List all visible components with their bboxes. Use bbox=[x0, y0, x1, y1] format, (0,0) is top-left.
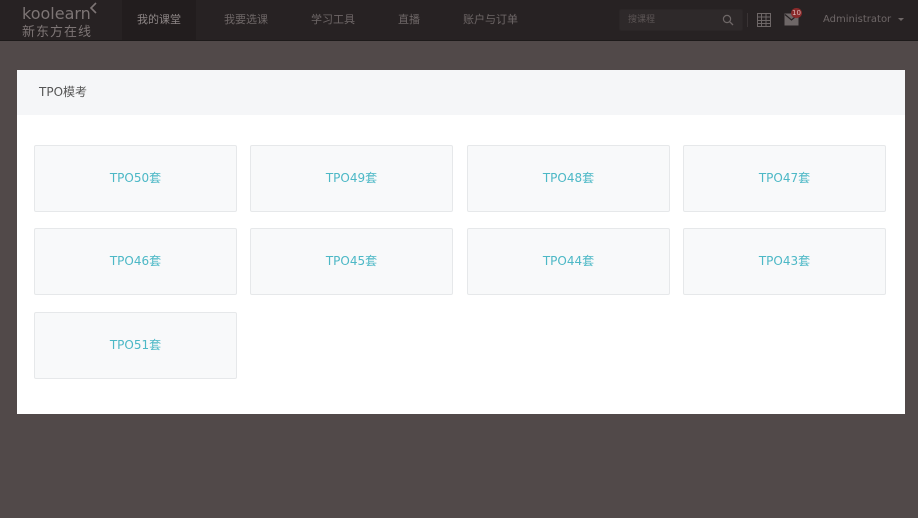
search-icon[interactable] bbox=[722, 14, 734, 26]
notification-badge: 10 bbox=[791, 8, 802, 18]
tpo-card[interactable]: TPO46套 bbox=[34, 228, 237, 295]
tpo-card[interactable]: TPO45套 bbox=[250, 228, 453, 295]
tpo-card[interactable]: TPO48套 bbox=[467, 145, 670, 212]
search-input[interactable] bbox=[628, 13, 716, 27]
tpo-card[interactable]: TPO50套 bbox=[34, 145, 237, 212]
calendar-icon[interactable] bbox=[757, 13, 771, 27]
tpo-card[interactable]: TPO47套 bbox=[683, 145, 886, 212]
tpo-card[interactable]: TPO44套 bbox=[467, 228, 670, 295]
user-name: Administrator bbox=[823, 14, 892, 25]
nav-item-select-courses[interactable]: 我要选课 bbox=[209, 0, 283, 40]
tpo-card[interactable]: TPO51套 bbox=[34, 312, 237, 379]
user-menu[interactable]: Administrator bbox=[823, 0, 905, 40]
tpo-card[interactable]: TPO49套 bbox=[250, 145, 453, 212]
top-navbar: koolearn 新东方在线 我的课堂 我要选课 学习工具 直播 账户与订单 1… bbox=[0, 0, 918, 41]
nav-item-live[interactable]: 直播 bbox=[383, 0, 435, 40]
koolearn-logo[interactable]: koolearn 新东方在线 bbox=[22, 2, 102, 40]
nav-item-study-tools[interactable]: 学习工具 bbox=[296, 0, 370, 40]
panel-title: TPO模考 bbox=[39, 85, 88, 99]
logo-swoosh-icon bbox=[89, 2, 97, 14]
nav-divider bbox=[747, 13, 748, 27]
nav-item-account-orders[interactable]: 账户与订单 bbox=[448, 0, 533, 40]
tpo-panel: TPO模考 TPO50套 TPO49套 TPO48套 TPO47套 TPO46套… bbox=[17, 70, 905, 414]
main-nav: 我的课堂 我要选课 学习工具 直播 账户与订单 bbox=[122, 0, 546, 40]
caret-down-icon bbox=[898, 17, 905, 21]
nav-item-my-classroom[interactable]: 我的课堂 bbox=[122, 0, 196, 40]
search-box bbox=[619, 9, 743, 31]
panel-header: TPO模考 bbox=[17, 70, 905, 115]
logo-text-cn: 新东方在线 bbox=[22, 25, 93, 40]
tpo-card[interactable]: TPO43套 bbox=[683, 228, 886, 295]
